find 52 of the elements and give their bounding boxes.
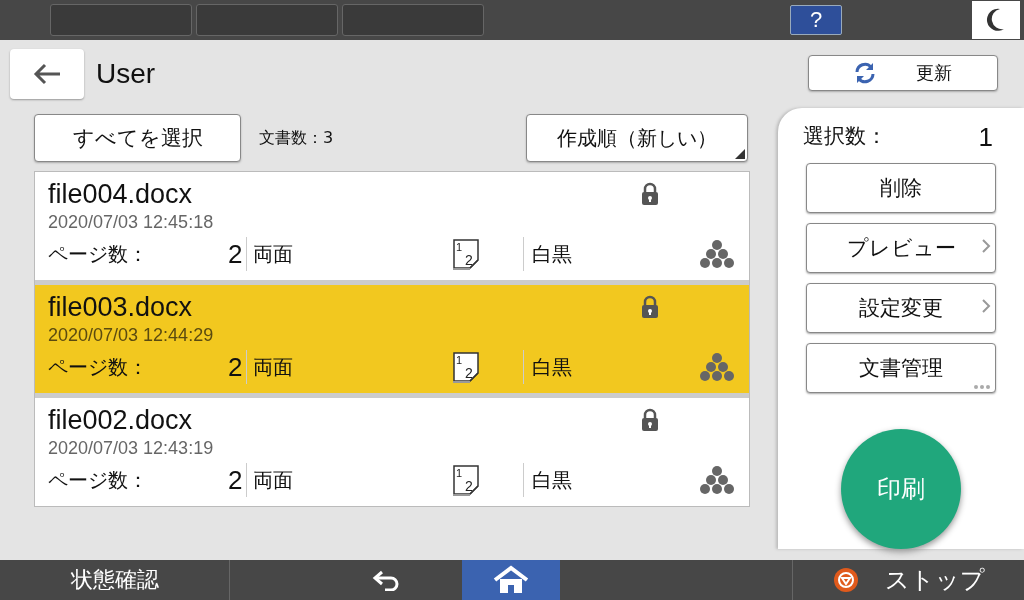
back-button[interactable] — [10, 49, 84, 99]
moon-icon — [986, 7, 1006, 33]
select-all-button[interactable]: すべてを選択 — [34, 114, 241, 162]
file-name: file002.docx — [48, 404, 194, 436]
page-title: User — [96, 58, 156, 90]
home-icon — [491, 565, 531, 595]
pages-label: ページ数： — [48, 466, 149, 494]
help-button[interactable]: ? — [790, 5, 842, 35]
lock-icon — [640, 408, 660, 432]
moon-button[interactable] — [972, 1, 1020, 39]
sides-text: 両面 — [252, 240, 294, 268]
toner-dots-icon — [699, 239, 735, 269]
refresh-icon — [854, 62, 876, 84]
file-row[interactable]: file004.docx 2020/07/03 12:45:18 ページ数： 2 両面 1 2 白黒 — [35, 172, 749, 280]
page-count: 2 — [228, 463, 247, 497]
pages-label: ページ数： — [48, 240, 149, 268]
page-count: 2 — [228, 237, 247, 271]
chevron-icon — [981, 298, 991, 314]
toner-dots-icon — [699, 465, 735, 495]
file-date: 2020/07/03 12:43:19 — [48, 437, 215, 460]
color-mode-text: 白黒 — [523, 350, 672, 384]
stop-button[interactable]: ストップ — [792, 560, 1024, 600]
lock-icon — [640, 182, 660, 206]
chevron-icon — [981, 238, 991, 254]
more-icon — [973, 384, 991, 390]
file-name: file003.docx — [48, 291, 194, 323]
color-mode-text: 白黒 — [523, 463, 672, 497]
file-row[interactable]: file003.docx 2020/07/03 12:44:29 ページ数： 2 両面 1 2 白黒 — [35, 285, 749, 393]
action-button[interactable]: プレビュー — [806, 223, 996, 273]
page-count: 2 — [228, 350, 247, 384]
action-button[interactable]: 設定変更 — [806, 283, 996, 333]
action-button[interactable]: 文書管理 — [806, 343, 996, 393]
status-button[interactable]: 状態確認 — [0, 560, 230, 600]
back-arrow-icon — [32, 62, 62, 86]
lock-icon — [640, 295, 660, 319]
selected-count-label: 選択数： — [803, 123, 887, 150]
pages-label: ページ数： — [48, 353, 149, 381]
stop-icon — [832, 567, 859, 593]
sort-dropdown[interactable]: 作成順（新しい） — [526, 114, 748, 162]
toner-dots-icon — [699, 352, 735, 382]
document-count: 文書数：3 — [259, 127, 334, 149]
file-date: 2020/07/03 12:45:18 — [48, 211, 215, 234]
file-name: file004.docx — [48, 178, 194, 210]
sides-text: 両面 — [252, 353, 294, 381]
home-button[interactable] — [462, 560, 560, 600]
file-date: 2020/07/03 12:44:29 — [48, 324, 215, 347]
sides-text: 両面 — [252, 466, 294, 494]
selected-count: 1 — [978, 122, 993, 153]
refresh-button[interactable]: 更新 — [808, 55, 998, 91]
color-mode-text: 白黒 — [523, 237, 672, 271]
file-row[interactable]: file002.docx 2020/07/03 12:43:19 ページ数： 2 両面 1 2 白黒 — [35, 398, 749, 506]
action-button[interactable]: 削除 — [806, 163, 996, 213]
